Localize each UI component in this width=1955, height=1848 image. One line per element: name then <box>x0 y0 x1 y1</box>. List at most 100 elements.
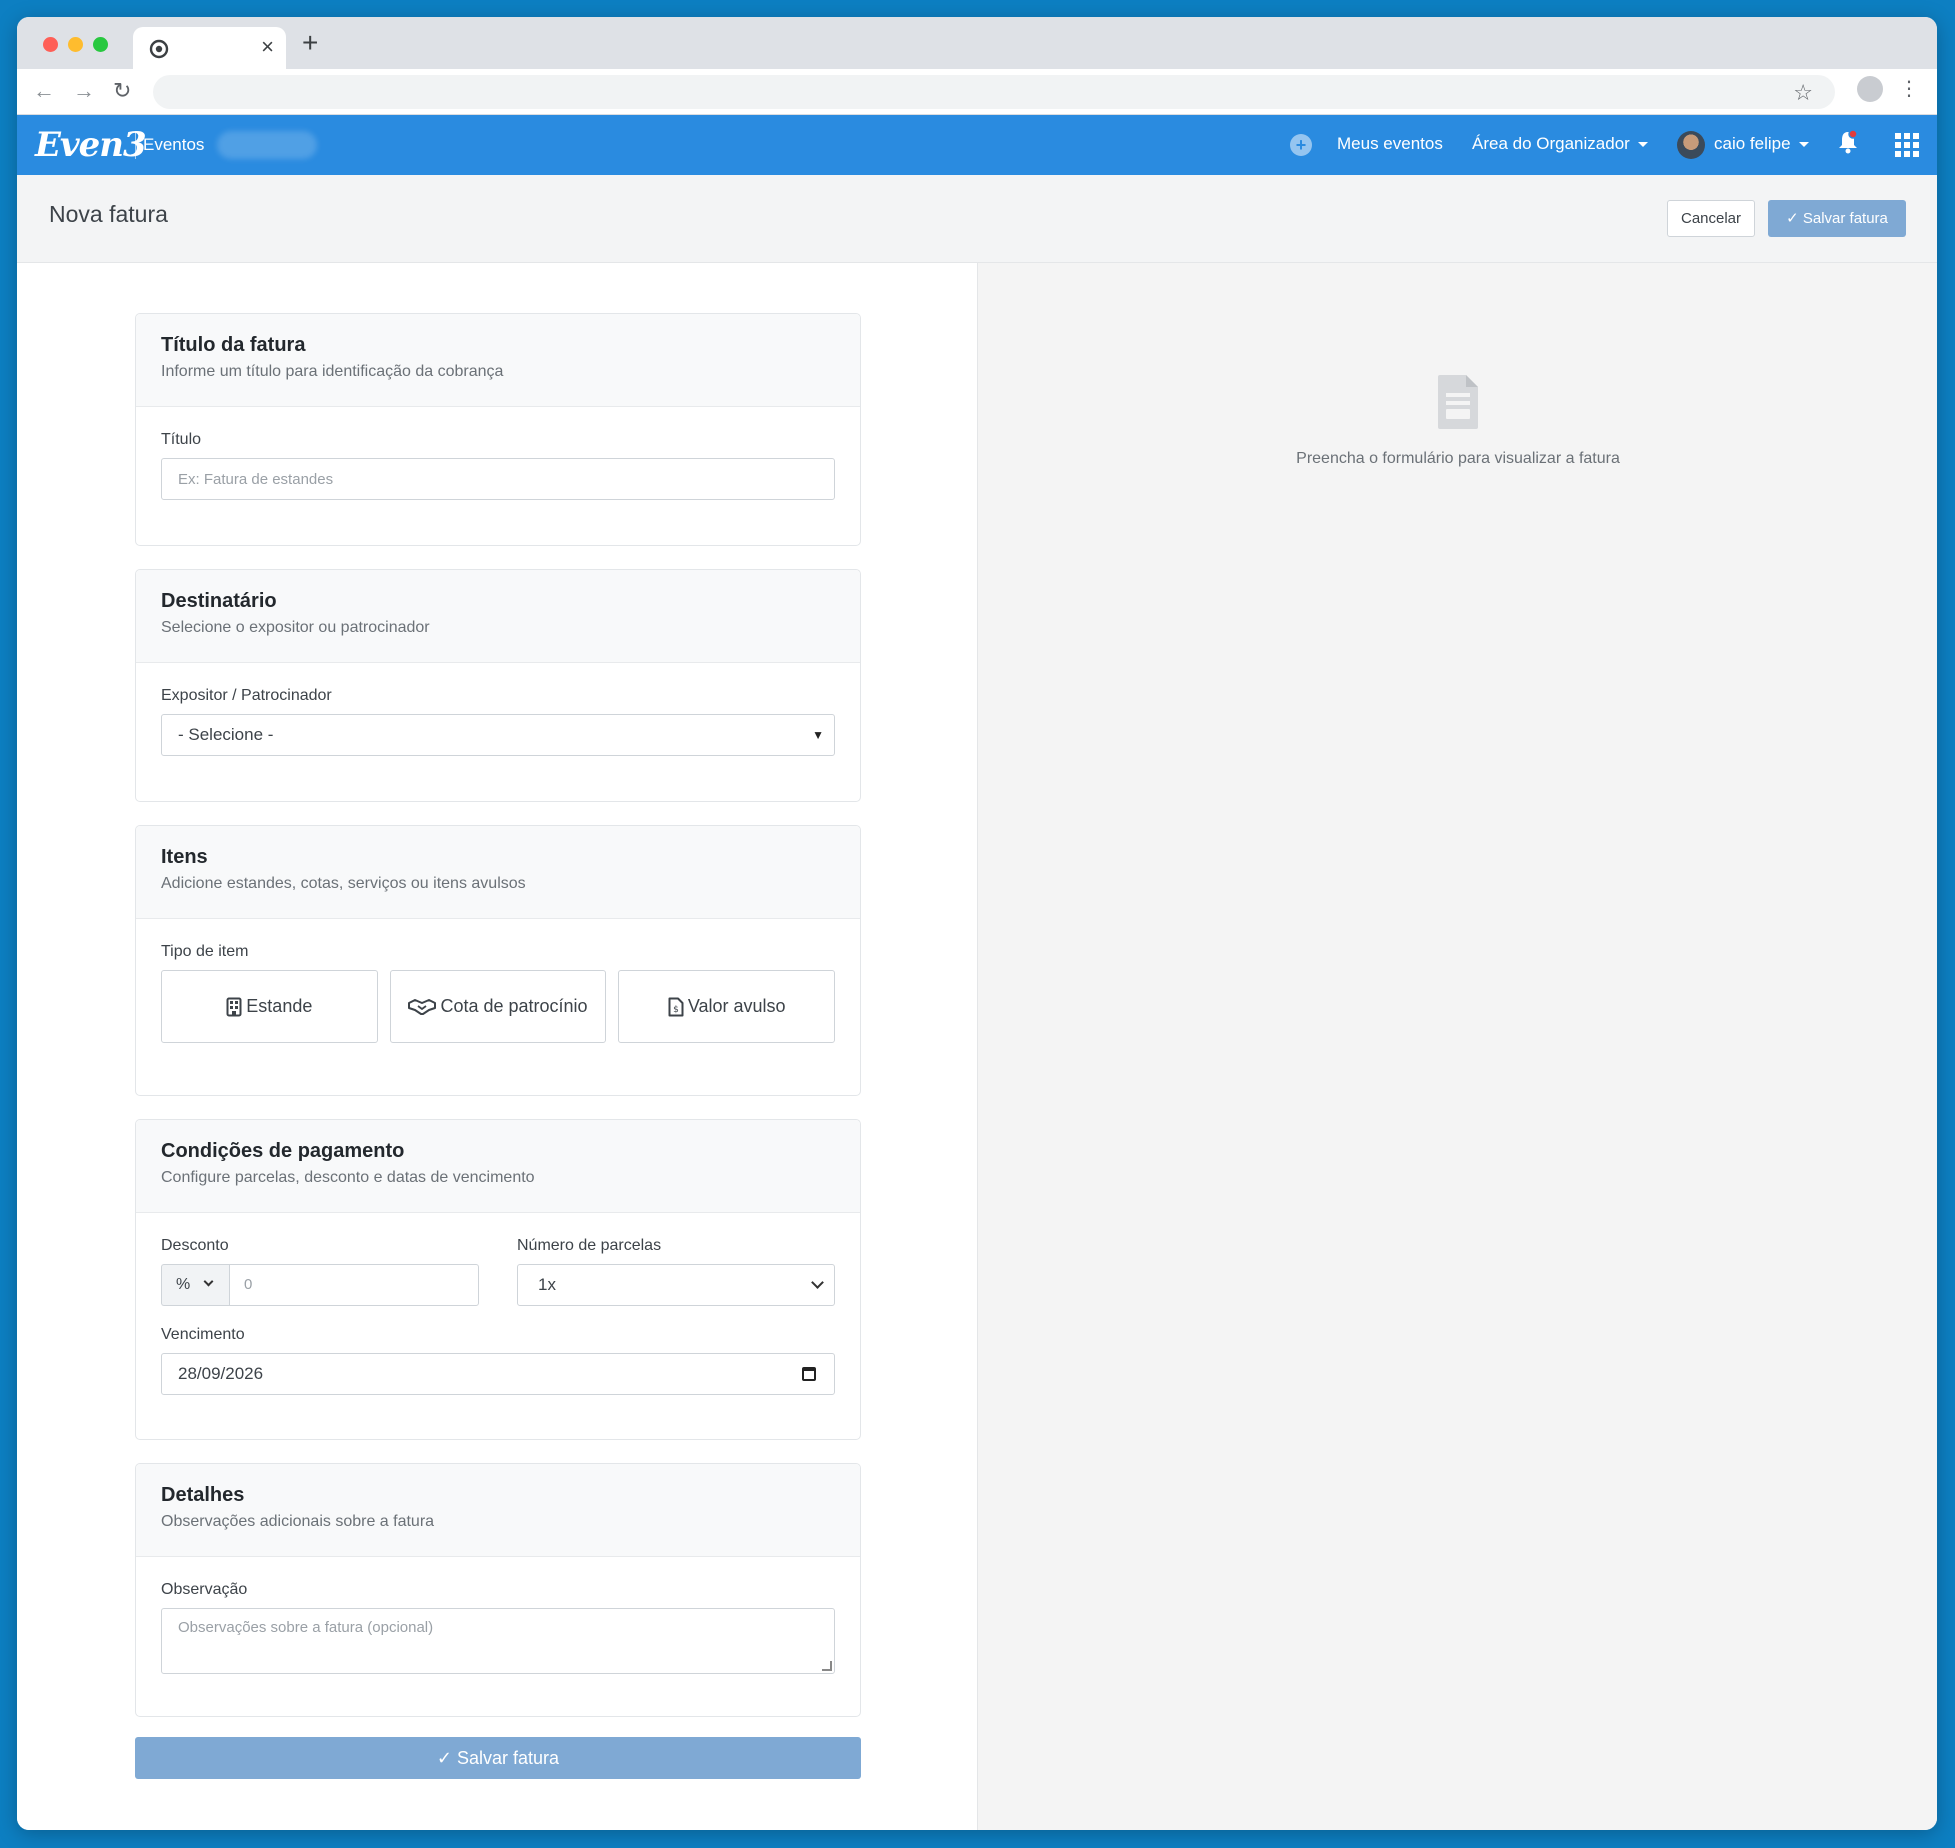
check-icon: ✓ <box>436 1748 452 1768</box>
installments-label: Número de parcelas <box>517 1237 662 1254</box>
page-title: Nova fatura <box>49 201 168 227</box>
section-subtitle: Informe um título para identificação da … <box>161 363 504 380</box>
close-window-button[interactable] <box>43 37 58 52</box>
back-icon[interactable]: ← <box>33 79 55 103</box>
discount-label: Desconto <box>161 1237 229 1254</box>
resize-handle[interactable] <box>822 1661 832 1671</box>
observation-textarea[interactable]: Observações sobre a fatura (opcional) <box>161 1608 835 1674</box>
item-type-booth-label: Estande <box>246 996 313 1016</box>
discount-input-group: % 0 <box>161 1264 479 1306</box>
address-bar[interactable]: ☆ <box>153 75 1835 109</box>
caret-down-icon <box>1798 142 1809 148</box>
chevron-down-icon <box>811 1276 824 1289</box>
nav-organizer-area[interactable]: Área do Organizador <box>1472 134 1648 154</box>
logo-subtitle: Eventos <box>143 135 205 154</box>
svg-text:$: $ <box>673 1005 679 1015</box>
reload-icon[interactable]: ↻ <box>113 79 131 103</box>
item-type-standalone-button[interactable]: $ Valor avulso <box>618 970 836 1043</box>
browser-tab[interactable]: × <box>133 27 286 69</box>
observation-placeholder: Observações sobre a fatura (opcional) <box>178 1619 434 1636</box>
section-body: Tipo de item Estande Cota de patrocínio … <box>136 919 860 1067</box>
minimize-window-button[interactable] <box>68 37 83 52</box>
section-header: Detalhes Observações adicionais sobre a … <box>136 1464 860 1557</box>
section-subtitle: Configure parcelas, desconto e datas de … <box>161 1169 535 1186</box>
chrome-icon <box>149 39 169 59</box>
bookmark-star-icon[interactable]: ☆ <box>1793 80 1813 106</box>
invoice-form: Título da fatura Informe um título para … <box>17 263 977 1830</box>
due-date-field: Vencimento 28/09/2026 <box>161 1326 835 1395</box>
add-event-icon[interactable]: + <box>1290 134 1312 156</box>
section-header: Destinatário Selecione o expositor ou pa… <box>136 570 860 663</box>
calendar-icon[interactable] <box>802 1367 816 1381</box>
apps-grid-icon[interactable] <box>1895 133 1919 157</box>
installments-select[interactable]: 1x <box>517 1264 835 1306</box>
item-type-standalone-label: Valor avulso <box>687 996 786 1016</box>
section-body: Expositor / Patrocinador - Selecione - ▼ <box>136 663 860 780</box>
app-header: Even3 Eventos + Meus eventos Área do Org… <box>17 115 1937 175</box>
section-title: Condições de pagamento <box>161 1140 405 1162</box>
save-invoice-button-top[interactable]: ✓ Salvar fatura <box>1768 200 1906 237</box>
close-tab-icon[interactable]: × <box>261 35 274 59</box>
title-label: Título <box>161 431 202 448</box>
tab-strip: × + <box>17 17 1937 69</box>
item-type-sponsorship-label: Cota de patrocínio <box>440 996 588 1016</box>
section-subtitle: Observações adicionais sobre a fatura <box>161 1513 435 1530</box>
new-tab-button[interactable]: + <box>302 29 318 57</box>
forward-icon[interactable]: → <box>73 79 95 103</box>
due-date-value: 28/09/2026 <box>178 1364 264 1383</box>
due-date-label: Vencimento <box>161 1326 245 1343</box>
nav-organizer-area-label: Área do Organizador <box>1472 134 1630 153</box>
items-section: Itens Adicione estandes, cotas, serviços… <box>135 825 861 1096</box>
item-type-options: Estande Cota de patrocínio $ Valor avuls… <box>161 970 836 1043</box>
save-invoice-label: Salvar fatura <box>457 1748 560 1768</box>
discount-input[interactable]: 0 <box>229 1264 479 1306</box>
payment-section: Condições de pagamento Configure parcela… <box>135 1119 861 1440</box>
installments-value: 1x <box>538 1275 556 1294</box>
avatar[interactable] <box>1677 131 1705 159</box>
observation-label: Observação <box>161 1581 248 1598</box>
nav-my-events[interactable]: Meus eventos <box>1337 134 1443 154</box>
recipient-selected-value: - Selecione - <box>178 725 274 744</box>
document-icon <box>1438 375 1478 429</box>
recipient-label: Expositor / Patrocinador <box>161 687 332 704</box>
bell-icon[interactable] <box>1837 129 1859 155</box>
window-controls <box>43 37 108 52</box>
cancel-button[interactable]: Cancelar <box>1667 200 1755 237</box>
caret-down-icon <box>1637 142 1648 148</box>
recipient-select[interactable]: - Selecione - ▼ <box>161 714 835 756</box>
even3-logo[interactable]: Even3 <box>35 125 147 165</box>
page-header: Nova fatura Cancelar ✓ Salvar fatura <box>17 175 1937 263</box>
discount-placeholder: 0 <box>244 1276 253 1293</box>
check-icon: ✓ <box>1786 210 1799 227</box>
installments-field: Número de parcelas 1x <box>517 1237 835 1306</box>
browser-menu-icon[interactable]: ⋮ <box>1899 76 1919 101</box>
profile-icon[interactable] <box>1857 76 1883 102</box>
maximize-window-button[interactable] <box>93 37 108 52</box>
discount-type-value: % <box>176 1276 191 1293</box>
save-invoice-button-bottom[interactable]: ✓ Salvar fatura <box>135 1737 861 1779</box>
due-date-input[interactable]: 28/09/2026 <box>161 1353 835 1395</box>
browser-toolbar: ← → ↻ ☆ ⋮ <box>17 69 1937 115</box>
section-title: Itens <box>161 846 208 868</box>
section-title: Destinatário <box>161 590 277 612</box>
item-type-sponsorship-button[interactable]: Cota de patrocínio <box>389 970 607 1043</box>
preview-empty-text: Preencha o formulário para visualizar a … <box>1296 450 1620 467</box>
section-body: Desconto % 0 Número de parcelas 1x Venci… <box>136 1213 860 1419</box>
discount-field: Desconto % 0 <box>161 1237 479 1306</box>
section-title: Detalhes <box>161 1484 245 1506</box>
invoice-dollar-icon: $ <box>668 997 684 1016</box>
section-header: Título da fatura Informe um título para … <box>136 314 860 407</box>
section-title: Título da fatura <box>161 334 306 356</box>
title-input[interactable] <box>161 458 835 500</box>
handshake-icon <box>408 998 437 1015</box>
section-subtitle: Adicione estandes, cotas, serviços ou it… <box>161 875 526 892</box>
details-section: Detalhes Observações adicionais sobre a … <box>135 1463 861 1717</box>
logo-divider <box>135 131 136 159</box>
discount-type-select[interactable]: % <box>161 1264 229 1306</box>
user-menu[interactable]: caio felipe <box>1714 134 1809 154</box>
section-body: Observação Observações sobre a fatura (o… <box>136 1557 860 1698</box>
building-icon <box>226 997 242 1016</box>
user-name: caio felipe <box>1714 134 1791 153</box>
section-header: Itens Adicione estandes, cotas, serviços… <box>136 826 860 919</box>
item-type-booth-button[interactable]: Estande <box>161 970 378 1043</box>
